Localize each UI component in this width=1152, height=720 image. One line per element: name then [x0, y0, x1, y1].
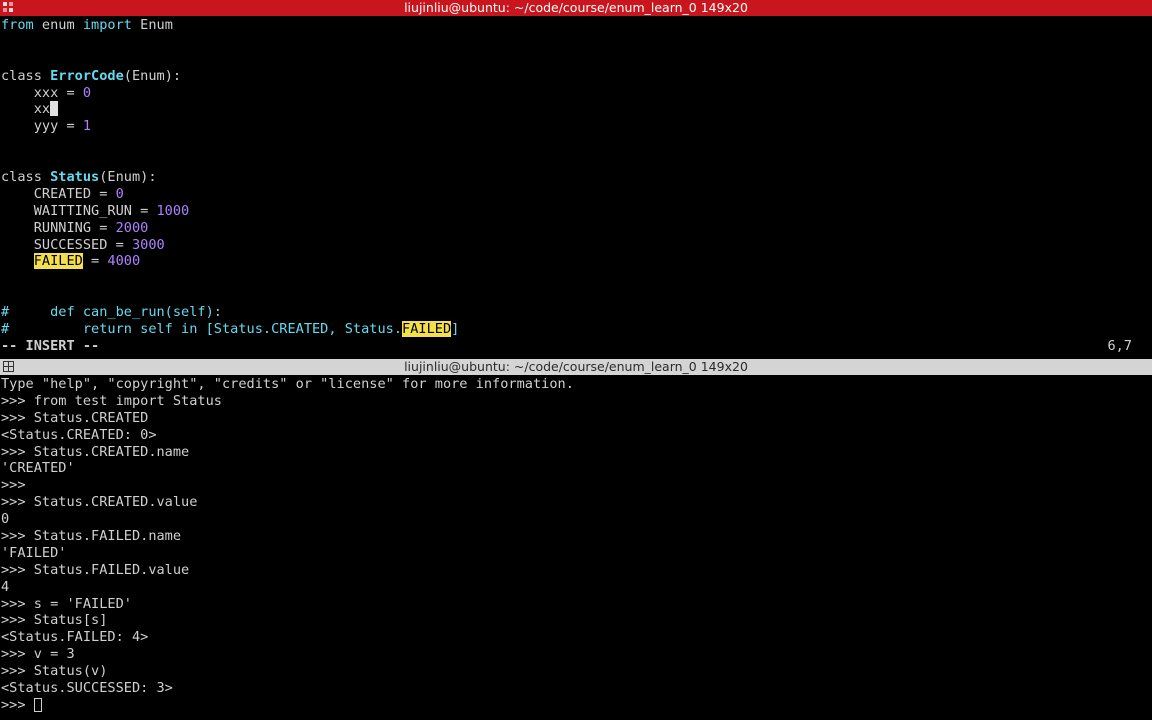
class-base: (Enum):: [123, 67, 182, 84]
member-value: 1: [82, 118, 92, 135]
console-line: >>> Status(v): [1, 663, 108, 680]
member-value: 0: [115, 185, 124, 202]
member-value: 4000: [107, 253, 141, 270]
console-line: >>> v = 3: [1, 646, 75, 663]
comment-line: # return self in [Status.CREATED, Status…: [1, 321, 403, 338]
code-line-5: xxx = 0: [0, 85, 1152, 102]
code-line-13: RUNNING = 2000: [0, 220, 1152, 237]
vim-mode-indicator: -- INSERT --: [1, 337, 100, 354]
member-partial: xx: [1, 101, 51, 118]
top-terminal-titlebar[interactable]: liujinliu@ubuntu: ~/code/course/enum_lea…: [0, 0, 1152, 16]
console-line: >>> Status.FAILED.value: [1, 561, 190, 578]
console-line: >>> Status[s]: [1, 612, 108, 629]
keyword-from: from: [1, 17, 34, 33]
console-prompt: >>>: [1, 696, 34, 713]
code-line-19: # return self in [Status.CREATED, Status…: [0, 321, 1152, 338]
console-line: >>> Status.CREATED.name: [1, 443, 190, 460]
member-value: 0: [82, 84, 92, 101]
keyword-class: class: [1, 67, 51, 84]
code-line-1: from enum import Enum: [0, 17, 1152, 34]
code-line-18: # def can_be_run(self):: [0, 304, 1152, 321]
console-line: <Status.CREATED: 0>: [1, 426, 157, 443]
bottom-terminal-titlebar[interactable]: liujinliu@ubuntu: ~/code/course/enum_lea…: [0, 359, 1152, 375]
imported-name: Enum: [131, 17, 173, 33]
code-line-10: class Status(Enum):: [0, 169, 1152, 186]
console-line: 4: [1, 578, 10, 595]
code-line-15: FAILED = 4000: [0, 253, 1152, 270]
cursor-position: 6,7: [1107, 337, 1132, 354]
text-cursor[interactable]: [50, 101, 59, 117]
console-line: <Status.FAILED: 4>: [1, 629, 149, 646]
code-line-6: xx: [0, 101, 1152, 118]
console-line: >>>: [1, 477, 26, 494]
member-assign: CREATED =: [1, 185, 116, 202]
module-name: enum: [33, 17, 83, 33]
code-line-12: WAITTING_RUN = 1000: [0, 203, 1152, 220]
member-assign: SUCCESSED =: [1, 236, 132, 253]
console-line: >>> s = 'FAILED': [1, 595, 132, 612]
assign-op: =: [82, 253, 108, 270]
member-assign: WAITTING_RUN =: [1, 202, 157, 219]
console-output: Type "help", "copyright", "credits" or "…: [0, 376, 1152, 697]
class-base: (Enum):: [99, 169, 157, 186]
terminal-grid-icon[interactable]: [3, 361, 14, 372]
search-match-highlight: FAILED: [402, 321, 452, 338]
top-terminal-title: liujinliu@ubuntu: ~/code/course/enum_lea…: [404, 0, 748, 15]
console-line: 'FAILED': [1, 544, 67, 561]
member-value: 1000: [156, 202, 190, 219]
member-assign: RUNNING =: [1, 219, 116, 236]
code-line-11: CREATED = 0: [0, 186, 1152, 203]
console-line: 0: [1, 511, 10, 528]
console-line: Type "help", "copyright", "credits" or "…: [1, 376, 574, 392]
vim-editor-pane[interactable]: from enum import Enum class ErrorCode(En…: [0, 17, 1152, 359]
keyword-import: import: [82, 17, 132, 33]
console-line: >>> Status.CREATED.value: [1, 494, 198, 511]
console-line: >>> Status.FAILED.name: [1, 528, 182, 545]
console-line: >>> Status.CREATED: [1, 409, 149, 426]
vim-status-line: -- INSERT -- 6,7: [0, 338, 1152, 355]
bottom-terminal-title: liujinliu@ubuntu: ~/code/course/enum_lea…: [404, 359, 748, 374]
console-cursor[interactable]: [33, 697, 42, 712]
console-line: <Status.SUCCESSED: 3>: [1, 680, 173, 697]
comment-line-end: ]: [451, 321, 460, 338]
terminal-grid-icon[interactable]: [3, 2, 14, 13]
keyword-class: class: [1, 169, 51, 186]
python-console-pane[interactable]: Type "help", "copyright", "credits" or "…: [0, 376, 1152, 720]
member-value: 3000: [131, 236, 165, 253]
member-assign: yyy =: [1, 118, 83, 135]
member-value: 2000: [115, 219, 149, 236]
search-match-highlight: FAILED: [33, 253, 83, 270]
code-line-14: SUCCESSED = 3000: [0, 237, 1152, 254]
class-name-errorcode: ErrorCode: [50, 67, 124, 84]
code-line-4: class ErrorCode(Enum):: [0, 68, 1152, 85]
console-line: 'CREATED': [1, 460, 75, 477]
code-line-7: yyy = 1: [0, 118, 1152, 135]
comment-line: # def can_be_run(self):: [1, 304, 222, 321]
member-assign: xxx =: [1, 84, 83, 101]
console-input-line[interactable]: >>>: [0, 697, 1152, 714]
class-name-status: Status: [50, 169, 100, 186]
console-line: >>> from test import Status: [1, 392, 222, 409]
